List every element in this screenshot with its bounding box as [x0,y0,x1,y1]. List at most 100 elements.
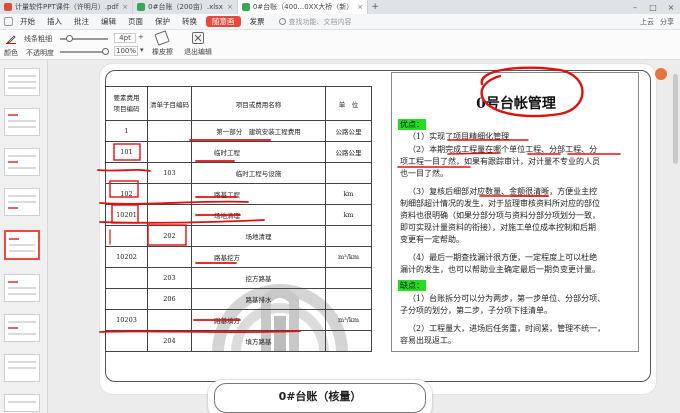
text-line: 制细部超计情况的发生，对于监理审核资料所对应的部位 [400,199,600,208]
table-cell [105,330,148,352]
close-window-icon[interactable]: × [662,3,680,12]
eraser-icon[interactable] [154,30,170,46]
table-cell: 路基挖方 [191,246,326,268]
table-cell: 临时工程 [191,141,326,163]
cost-item-table: 要素费用 项目编码 清单子目编码 项目或费用名称 单 位 1 第一部分 建筑安装工程… [105,86,372,352]
menu-freehand[interactable]: 随意画 [206,16,241,27]
close-icon[interactable]: × [357,3,363,11]
table-cell: 10203 [105,309,148,331]
table-header-row: 要素费用 项目编码 清单子目编码 项目或费用名称 单 位 [105,86,372,121]
app-menu-icon[interactable] [4,17,13,26]
table-cell [325,330,372,352]
table-cell: m³/km [325,246,372,268]
table-cell: km [325,204,372,226]
opacity-value[interactable]: 100% [114,46,138,56]
scrollbar-thumb[interactable] [673,74,678,164]
tab-sheet-200[interactable]: 0#台账（200亩）.xlsx × [133,0,238,14]
exit-edit-label[interactable]: 退出编辑 [184,47,212,57]
pen-icon[interactable] [6,34,16,44]
new-tab-button[interactable]: + [368,2,382,12]
menu-start[interactable]: 开始 [14,14,41,30]
eraser-label[interactable]: 橡皮擦 [152,47,173,57]
opacity-slider-knob[interactable] [102,48,109,55]
search-box[interactable]: 查找功能、文档内容 [278,17,352,27]
ledger-management-textbox[interactable]: 0号台帐管理 优点： （1）实现了项目精细化管理 （2）本期完成工程量在哪个单位… [391,72,639,352]
table-cell [147,246,192,268]
text-line: 容易出现返工。 [400,336,456,345]
opacity-slider[interactable] [60,51,108,53]
close-icon[interactable]: × [122,3,128,11]
slide-thumbnail[interactable] [4,108,40,136]
table-cell: 临时工程与设施 [191,162,326,184]
thickness-slider-knob[interactable] [66,35,73,42]
search-placeholder: 查找功能、文档内容 [288,17,352,26]
text-line: 漏计的发生，也可以帮助业主确定最后一期负变更计量。 [400,265,600,274]
slide-thumbnail[interactable] [4,68,40,96]
freehand-toolbar: 线条粗细 颜色 不透明度 4pt + 100% ▾ 橡皮擦 退出编辑 [0,30,680,60]
slide-thumbnail[interactable] [4,314,40,342]
table-cell: 203 [147,267,192,289]
table-row: 10203 路基填方 m³/km [105,309,372,331]
share-button[interactable]: 分享 [660,17,674,27]
search-icon [278,18,286,25]
table-cell: 1 [105,120,148,142]
menu-insert[interactable]: 插入 [41,14,68,30]
tab-bar: 计量软件PPT课件（许明月）.pdf × 0#台账（200亩）.xlsx × 0… [0,0,680,14]
thickness-value[interactable]: 4pt [114,33,136,43]
table-row: 203 挖方路基 [105,267,372,289]
table-cell [325,267,372,289]
table-cell: 204 [147,330,192,352]
stepper-up-icon[interactable]: + [138,33,144,41]
table-cell [325,288,372,310]
menu-page[interactable]: 页面 [122,14,149,30]
slide-thumbnail[interactable] [4,148,40,176]
table-row: 10201 场地清理 km [105,204,372,226]
table-cell [147,204,192,226]
opacity-label: 不透明度 [26,49,54,57]
sheet-icon [241,3,250,11]
menu-protect[interactable]: 保护 [149,14,176,30]
next-slide[interactable]: 0#台账（核量） [208,380,432,413]
exit-icon[interactable] [192,32,204,44]
menu-convert[interactable]: 转换 [176,14,203,30]
close-icon[interactable]: × [227,3,233,11]
slide-thumbnail[interactable] [4,354,40,382]
tab-label: 计量软件PPT课件（许明月）.pdf [15,3,119,11]
next-slide-title: 0#台账（核量） [278,390,362,403]
vertical-scrollbar[interactable] [673,62,678,402]
text-line: （1）台账拆分可以分为两步，第一步单位、分部分项、 [408,294,606,303]
cloud-button[interactable]: 上云 [640,17,654,27]
maximize-icon[interactable]: □ [644,3,662,12]
table-cell [325,162,372,184]
assistant-icon[interactable] [655,68,667,80]
slide-thumbnail[interactable] [4,188,40,216]
chevron-down-icon[interactable]: ▾ [140,46,144,54]
text-line: （4）最后一期查找漏计很方便，一定程度上可以杜绝 [408,253,598,262]
tab-pdf[interactable]: 计量软件PPT课件（许明月）.pdf × [0,0,134,14]
table-row: 202 场地清理 [105,225,372,247]
slide-thumbnail[interactable] [4,394,40,412]
minimize-icon[interactable]: – [626,3,644,12]
slide-thumbnail[interactable] [4,274,40,302]
table-cell: 路基填方 [191,309,326,331]
menu-bar: 开始 插入 批注 编辑 页面 保护 转换 随意画 发票 查找功能、文档内容 上云… [0,14,680,30]
table-cell [105,267,148,289]
table-cell: 10202 [105,246,148,268]
advantages-tag: 优点： [398,119,426,130]
slide-thumbnail-selected[interactable] [4,230,40,260]
table-header-cell: 要素费用 项目编码 [105,86,148,121]
menu-edit[interactable]: 编辑 [95,14,122,30]
text-line: （1）实现了项目精细化管理 [408,132,510,141]
color-label[interactable]: 颜色 [4,48,18,58]
tab-sheet-400[interactable]: 0#台账（400...0XX大桥（新） × [237,0,369,14]
table-cell: 103 [147,162,192,184]
tab-label: 0#台账（400...0XX大桥（新） [252,3,354,11]
table-cell [325,225,372,247]
table-cell: 202 [147,225,192,247]
menu-invoice[interactable]: 发票 [244,14,271,30]
menu-comment[interactable]: 批注 [68,14,95,30]
text-line: 子分项的划分，第二步，子分项下挂清单。 [400,306,552,315]
table-row: 10202 路基挖方 m³/km [105,246,372,268]
table-cell: 挖方路基 [191,267,326,289]
disadvantages-tag: 缺点： [398,280,426,291]
